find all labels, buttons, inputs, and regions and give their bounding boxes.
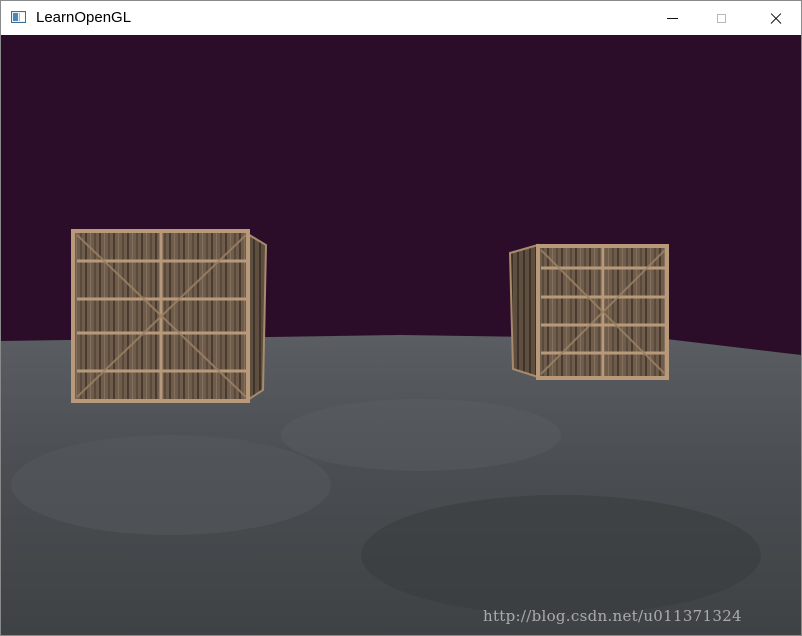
rendered-scene <box>1 229 801 635</box>
title-bar[interactable]: LearnOpenGL <box>1 1 801 35</box>
maximize-button[interactable] <box>698 1 744 35</box>
floor-stain <box>11 435 331 535</box>
close-icon <box>770 12 782 24</box>
wooden-crate-left <box>71 229 268 403</box>
floor-stain <box>361 495 761 615</box>
wooden-crate-right <box>508 243 669 380</box>
minimize-icon <box>666 17 678 19</box>
watermark-text: http://blog.csdn.net/u011371324 <box>483 607 742 625</box>
window-title: LearnOpenGL <box>36 9 132 26</box>
floor-stain <box>281 399 561 471</box>
crate-side-face <box>508 243 539 379</box>
close-button[interactable] <box>753 1 799 35</box>
maximize-icon <box>716 13 726 23</box>
app-window: LearnOpenGL http://blog.csdn.net/u011371… <box>0 0 802 636</box>
opengl-viewport[interactable]: http://blog.csdn.net/u011371324 <box>1 35 801 635</box>
minimize-button[interactable] <box>649 1 695 35</box>
opengl-window-icon <box>11 11 26 23</box>
